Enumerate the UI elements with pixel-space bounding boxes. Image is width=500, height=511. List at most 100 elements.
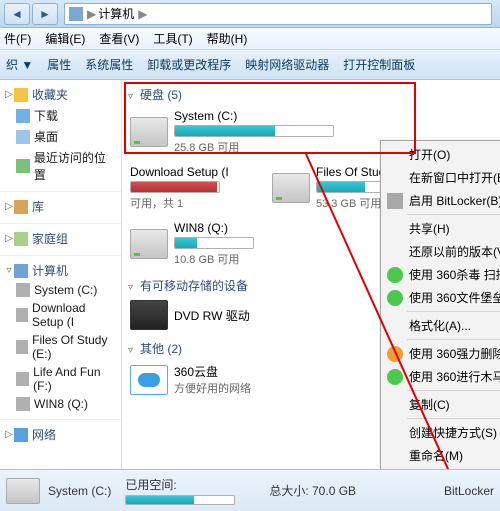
drive-i[interactable]: Download Setup (I 可用，共 1 xyxy=(130,165,250,211)
drive-stat: 25.8 GB 可用 xyxy=(174,139,334,155)
address-bar[interactable]: ▶ 计算机 ▶ xyxy=(64,3,492,25)
capacity-bar xyxy=(130,181,220,193)
drive-desc: 方便好用的网络 xyxy=(174,380,251,396)
download-icon xyxy=(16,109,30,123)
back-button[interactable]: ◄ xyxy=(4,3,30,25)
ctx-open[interactable]: 打开(O) xyxy=(383,143,500,166)
sidebar-favorites[interactable]: 收藏夹 xyxy=(32,86,68,103)
sidebar-computer[interactable]: 计算机 xyxy=(32,262,68,279)
desktop-icon xyxy=(16,130,30,144)
sidebar-downloads[interactable]: 下载 xyxy=(34,107,58,124)
control-panel-button[interactable]: 打开控制面板 xyxy=(343,56,415,73)
360-icon xyxy=(387,369,403,385)
drive-icon xyxy=(16,372,29,386)
ctx-360-forcedel[interactable]: 使用 360强力删除 xyxy=(383,342,500,365)
ctx-copy[interactable]: 复制(C) xyxy=(383,393,500,416)
sidebar-drive-c[interactable]: System (C:) xyxy=(34,283,97,297)
status-total: 总大小: 70.0 GB xyxy=(269,482,356,499)
forward-button[interactable]: ► xyxy=(32,3,58,25)
drive-icon xyxy=(272,173,310,203)
ctx-restore-versions[interactable]: 还原以前的版本(V) xyxy=(383,240,500,263)
status-drive-name: System (C:) xyxy=(48,484,111,498)
ctx-rename[interactable]: 重命名(M) xyxy=(383,444,500,467)
drive-c[interactable]: System (C:) 25.8 GB 可用 xyxy=(130,109,350,155)
status-used-label: 已用空间: xyxy=(125,476,235,493)
chevron-right-icon: ▶ xyxy=(138,7,147,21)
toolbar: 织 ▼ 属性 系统属性 卸载或更改程序 映射网络驱动器 打开控制面板 xyxy=(0,50,500,80)
drive-icon xyxy=(16,397,30,411)
system-properties-button[interactable]: 系统属性 xyxy=(85,56,133,73)
drive-icon xyxy=(16,283,30,297)
ctx-share[interactable]: 共享(H)▶ xyxy=(383,217,500,240)
explorer-window: ◄ ► ▶ 计算机 ▶ 件(F) 编辑(E) 查看(V) 工具(T) 帮助(H)… xyxy=(0,0,500,511)
cloud-icon xyxy=(130,365,168,395)
status-bitlocker: BitLocker xyxy=(444,484,494,498)
sidebar-homegroup[interactable]: 家庭组 xyxy=(32,230,68,247)
menu-tools[interactable]: 工具(T) xyxy=(153,30,192,47)
homegroup-icon xyxy=(14,232,28,246)
sidebar-recent[interactable]: 最近访问的位置 xyxy=(34,149,117,183)
context-menu: 打开(O) 在新窗口中打开(E) 启用 BitLocker(B)... 共享(H… xyxy=(380,140,500,469)
body: ▷收藏夹 下载 桌面 最近访问的位置 ▷库 ▷家庭组 ▿计算机 System (… xyxy=(0,80,500,469)
drive-icon xyxy=(130,117,168,147)
sidebar-drive-f[interactable]: Life And Fun (F:) xyxy=(33,365,117,393)
bitlocker-icon xyxy=(387,193,403,209)
sidebar-desktop[interactable]: 桌面 xyxy=(34,128,58,145)
360-icon xyxy=(387,290,403,306)
menubar: 件(F) 编辑(E) 查看(V) 工具(T) 帮助(H) xyxy=(0,28,500,50)
star-icon xyxy=(14,88,28,102)
ctx-360-vault[interactable]: 使用 360文件堡垒保护 xyxy=(383,286,500,309)
main-pane: ▿硬盘 (5) System (C:) 25.8 GB 可用 Download … xyxy=(122,80,500,469)
sidebar-drive-q[interactable]: WIN8 (Q:) xyxy=(34,397,88,411)
ctx-create-shortcut[interactable]: 创建快捷方式(S) xyxy=(383,421,500,444)
ctx-format[interactable]: 格式化(A)... xyxy=(383,314,500,337)
network-icon xyxy=(14,428,28,442)
drive-icon xyxy=(16,308,28,322)
path-segment[interactable]: 计算机 xyxy=(98,5,134,22)
capacity-bar xyxy=(174,237,254,249)
360-icon xyxy=(387,346,403,362)
computer-icon xyxy=(14,264,28,278)
menu-help[interactable]: 帮助(H) xyxy=(207,30,248,47)
drive-name: DVD RW 驱动 xyxy=(174,307,250,324)
sidebar: ▷收藏夹 下载 桌面 最近访问的位置 ▷库 ▷家庭组 ▿计算机 System (… xyxy=(0,80,122,469)
menu-file[interactable]: 件(F) xyxy=(4,30,31,47)
dvd-drive[interactable]: DVD RW 驱动 xyxy=(130,300,280,330)
drive-name: Download Setup (I xyxy=(130,165,229,179)
drive-name: WIN8 (Q:) xyxy=(174,221,254,235)
360-icon xyxy=(387,267,403,283)
cloud-drive[interactable]: 360云盘 方便好用的网络 xyxy=(130,363,300,396)
drive-icon xyxy=(130,229,168,259)
properties-button[interactable]: 属性 xyxy=(47,56,71,73)
uninstall-button[interactable]: 卸载或更改程序 xyxy=(147,56,231,73)
recent-icon xyxy=(16,159,30,173)
titlebar: ◄ ► ▶ 计算机 ▶ xyxy=(0,0,500,28)
drive-stat: 可用，共 1 xyxy=(130,195,229,211)
drive-icon xyxy=(16,340,28,354)
sidebar-libraries[interactable]: 库 xyxy=(32,198,44,215)
ctx-360-trojan[interactable]: 使用 360进行木马云查杀 xyxy=(383,365,500,388)
drive-q[interactable]: WIN8 (Q:) 10.8 GB 可用 xyxy=(130,221,265,267)
sidebar-network[interactable]: 网络 xyxy=(32,426,56,443)
drive-stat: 10.8 GB 可用 xyxy=(174,251,254,267)
capacity-bar xyxy=(174,125,334,137)
menu-view[interactable]: 查看(V) xyxy=(99,30,139,47)
drive-icon xyxy=(6,478,40,504)
computer-icon xyxy=(69,7,83,21)
ctx-open-new-window[interactable]: 在新窗口中打开(E) xyxy=(383,166,500,189)
drive-name: 360云盘 xyxy=(174,363,251,380)
library-icon xyxy=(14,200,28,214)
section-hdd[interactable]: ▿硬盘 (5) xyxy=(128,84,494,107)
dvd-icon xyxy=(130,300,168,330)
ctx-360-scan[interactable]: 使用 360杀毒 扫描 xyxy=(383,263,500,286)
ctx-bitlocker[interactable]: 启用 BitLocker(B)... xyxy=(383,189,500,212)
statusbar: System (C:) 已用空间: 总大小: 70.0 GB BitLocker xyxy=(0,469,500,511)
chevron-right-icon: ▶ xyxy=(87,7,96,21)
menu-edit[interactable]: 编辑(E) xyxy=(45,30,85,47)
sidebar-drive-e[interactable]: Files Of Study (E:) xyxy=(32,333,117,361)
drive-name: System (C:) xyxy=(174,109,334,123)
status-capacity-bar xyxy=(125,495,235,505)
sidebar-drive-i[interactable]: Download Setup (I xyxy=(32,301,117,329)
organize-button[interactable]: 织 ▼ xyxy=(6,56,33,73)
map-network-button[interactable]: 映射网络驱动器 xyxy=(245,56,329,73)
